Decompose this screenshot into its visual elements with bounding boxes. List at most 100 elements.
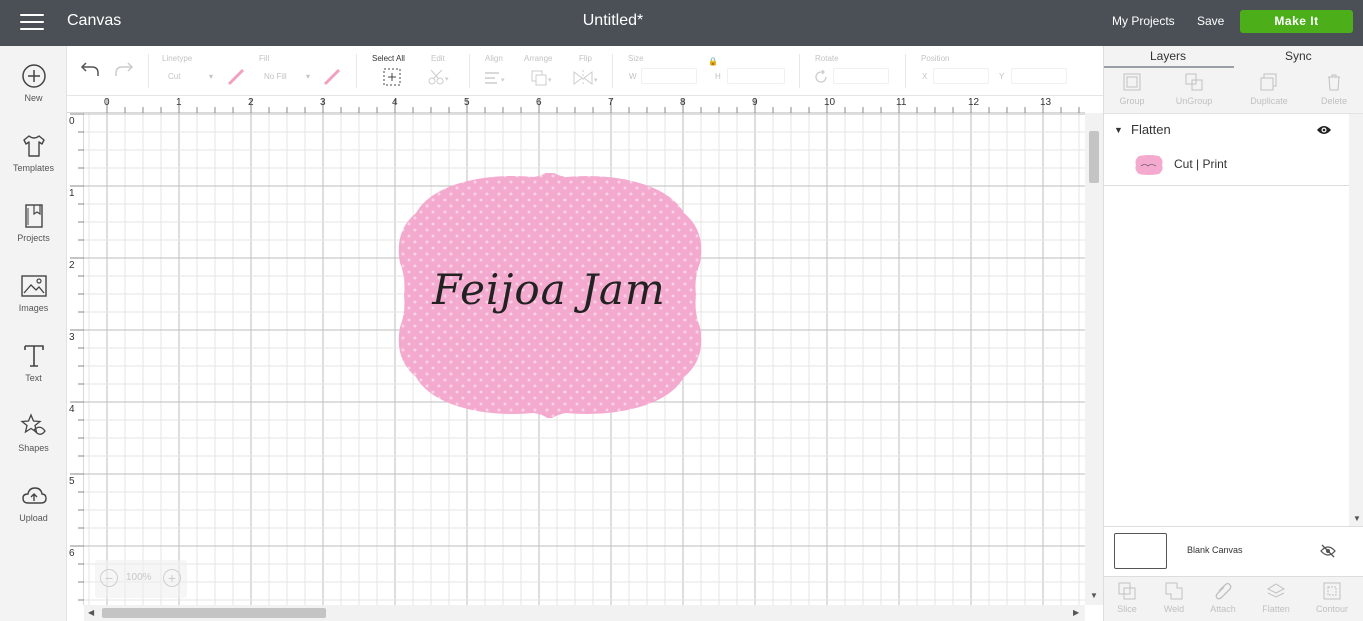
edit-toolbar: Linetype Cut ▾ Fill No Fill ▾ Select All… xyxy=(67,46,1103,96)
bottom-tools: Slice Weld Attach Flatten Contour xyxy=(1104,576,1363,621)
size-h-label: H xyxy=(715,72,721,81)
group-button[interactable]: Group xyxy=(1102,72,1162,106)
tab-layers[interactable]: Layers xyxy=(1150,49,1186,63)
arrange-label: Arrange xyxy=(524,54,553,63)
edit-label: Edit xyxy=(431,54,445,63)
delete-label: Delete xyxy=(1320,96,1347,106)
my-projects-link[interactable]: My Projects xyxy=(1112,14,1175,28)
ruler-left-ticks xyxy=(70,113,84,601)
eye-off-icon[interactable] xyxy=(1320,544,1336,558)
layers-scrollbar[interactable]: ▼ xyxy=(1349,114,1363,526)
size-width-input[interactable] xyxy=(641,68,697,84)
svg-text:▾: ▾ xyxy=(445,76,449,83)
layer-group-row[interactable]: ▼ Flatten xyxy=(1104,114,1349,146)
linetype-label: Linetype xyxy=(162,54,193,63)
sidebar-item-shapes[interactable]: Shapes xyxy=(0,412,67,453)
design-canvas[interactable]: 01234567891011121314 0123456 Feij xyxy=(67,96,1123,621)
arrange-icon[interactable]: ▾ xyxy=(530,69,556,87)
sidebar-item-projects[interactable]: Projects xyxy=(0,202,67,243)
ruler-left-number: 0 xyxy=(69,116,75,127)
contour-button[interactable]: Contour xyxy=(1307,581,1357,614)
linetype-chevron-down-icon[interactable]: ▾ xyxy=(209,72,213,81)
scroll-right-arrow-icon[interactable]: ▶ xyxy=(1073,608,1079,617)
flatten-layers-icon xyxy=(1266,583,1286,598)
ungroup-button[interactable]: UnGroup xyxy=(1164,72,1224,106)
fill-select[interactable]: No Fill xyxy=(264,72,287,81)
sidebar-item-upload[interactable]: Upload xyxy=(0,482,67,523)
blank-canvas-swatch[interactable] xyxy=(1114,533,1167,569)
duplicate-button[interactable]: Duplicate xyxy=(1239,72,1299,106)
blank-canvas-row[interactable]: Blank Canvas xyxy=(1104,526,1363,576)
flatten-label: Flatten xyxy=(1262,604,1290,614)
fill-color-swatch[interactable] xyxy=(323,68,341,86)
lock-icon[interactable]: 🔒 xyxy=(708,57,718,66)
zoom-out-button[interactable]: − xyxy=(100,569,118,587)
duplicate-icon xyxy=(1260,73,1277,91)
vertical-scrollbar[interactable]: ▼ xyxy=(1085,113,1103,605)
top-bar: Canvas Untitled* My Projects Save Make I… xyxy=(0,0,1363,46)
position-x-input[interactable] xyxy=(933,68,989,84)
edit-scissors-icon[interactable]: ▾ xyxy=(428,68,452,86)
ruler-top-number: 12 xyxy=(968,97,980,108)
slice-icon xyxy=(1118,582,1136,600)
select-all-icon[interactable] xyxy=(383,68,401,86)
layer-tools: Group UnGroup Duplicate Delete xyxy=(1104,68,1363,114)
linetype-select[interactable]: Cut xyxy=(168,72,180,81)
sidebar-item-text[interactable]: Text xyxy=(0,342,67,383)
sidebar-item-templates[interactable]: Templates xyxy=(0,132,67,173)
horizontal-scrollbar[interactable]: ◀ ▶ xyxy=(84,605,1085,621)
flip-icon[interactable]: ▾ xyxy=(572,69,602,87)
make-it-button[interactable]: Make It xyxy=(1240,10,1353,33)
align-label: Align xyxy=(485,54,503,63)
tab-sync[interactable]: Sync xyxy=(1285,49,1312,63)
layers-scroll-down-icon[interactable]: ▼ xyxy=(1353,514,1361,523)
zoom-in-button[interactable]: + xyxy=(163,569,181,587)
delete-button[interactable]: Delete xyxy=(1304,72,1363,106)
toolbar-divider xyxy=(905,54,906,88)
scroll-down-arrow-icon[interactable]: ▼ xyxy=(1090,591,1098,600)
ruler-top-number: 6 xyxy=(536,97,542,108)
ruler-top-number: 13 xyxy=(1040,97,1052,108)
plus-circle-icon xyxy=(21,64,46,88)
weld-button[interactable]: Weld xyxy=(1149,581,1199,614)
sidebar-item-images[interactable]: Images xyxy=(0,272,67,313)
design-text[interactable]: Feijoa Jam xyxy=(394,265,704,314)
vertical-scrollbar-thumb[interactable] xyxy=(1089,131,1099,183)
eye-icon[interactable] xyxy=(1316,124,1332,136)
size-w-label: W xyxy=(629,72,637,81)
layer-row[interactable]: Cut | Print xyxy=(1104,146,1349,186)
ruler-top-number: 10 xyxy=(824,97,836,108)
attach-button[interactable]: Attach xyxy=(1198,581,1248,614)
rotate-input[interactable] xyxy=(833,68,889,84)
ruler-top-number: 8 xyxy=(680,97,686,108)
caret-down-icon[interactable]: ▼ xyxy=(1114,125,1123,135)
undo-icon[interactable] xyxy=(79,60,101,78)
scroll-left-arrow-icon[interactable]: ◀ xyxy=(88,608,94,617)
sidebar-item-label: New xyxy=(24,93,43,103)
group-label: Group xyxy=(1119,96,1145,106)
save-button[interactable]: Save xyxy=(1197,14,1224,28)
toolbar-divider xyxy=(799,54,800,88)
fill-chevron-down-icon[interactable]: ▾ xyxy=(306,72,310,81)
app-window: Canvas Untitled* My Projects Save Make I… xyxy=(0,0,1363,621)
slice-button[interactable]: Slice xyxy=(1102,581,1152,614)
svg-text:▾: ▾ xyxy=(548,77,552,84)
linetype-color-swatch[interactable] xyxy=(227,68,245,86)
canvas-grid[interactable]: Feijoa Jam xyxy=(84,113,1085,605)
layers-list: ▼ Flatten Cut | Print xyxy=(1104,114,1349,526)
ruler-top-number: 3 xyxy=(320,97,326,108)
group-icon xyxy=(1123,73,1141,91)
sidebar-item-label: Projects xyxy=(17,233,50,243)
sidebar-item-new[interactable]: New xyxy=(0,62,67,103)
image-icon xyxy=(20,275,47,297)
document-title: Untitled* xyxy=(582,12,644,29)
label-design-object[interactable]: Feijoa Jam xyxy=(394,173,704,418)
toolbar-divider xyxy=(612,54,613,88)
ruler-top: 01234567891011121314 xyxy=(67,96,1123,113)
flatten-button[interactable]: Flatten xyxy=(1251,581,1301,614)
redo-icon[interactable] xyxy=(113,60,135,78)
position-y-input[interactable] xyxy=(1011,68,1067,84)
size-height-input[interactable] xyxy=(727,68,785,84)
horizontal-scrollbar-thumb[interactable] xyxy=(102,608,326,618)
align-icon[interactable]: ▾ xyxy=(483,70,509,86)
